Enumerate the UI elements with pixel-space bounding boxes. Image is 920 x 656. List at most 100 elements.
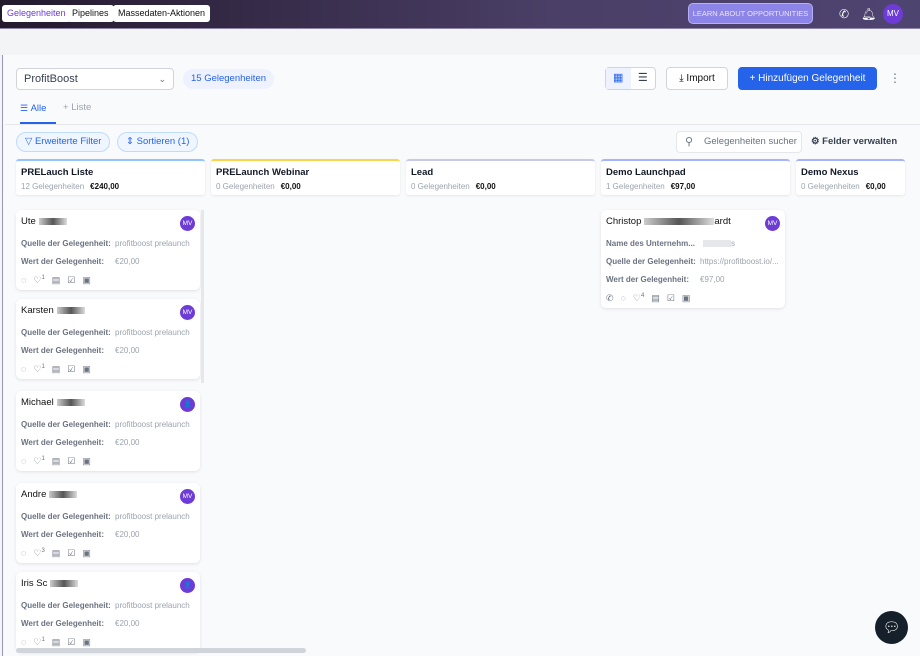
card-name: Iris Sc <box>21 578 48 589</box>
heart-icon[interactable]: ♡1 <box>33 364 44 375</box>
column-title: PRELaunch Webinar <box>216 167 310 178</box>
value-label: Wert der Gelegenheit: <box>21 438 104 447</box>
manage-fields-button[interactable]: ⚙ Felder verwalten <box>811 136 897 147</box>
column-header: Lead 0 Gelegenheiten €0,00 <box>406 159 595 195</box>
value-value: €20,00 <box>115 619 140 628</box>
tab-gelegenheiten[interactable]: Gelegenheiten <box>2 5 71 22</box>
user-avatar[interactable]: MV <box>883 4 903 24</box>
heart-icon[interactable]: ♡1 <box>33 275 44 286</box>
pipeline-select[interactable]: ProfitBoost ⌄ <box>16 68 174 90</box>
assignee-avatar[interactable]: MV <box>180 305 195 320</box>
assignee-avatar[interactable]: MV <box>180 489 195 504</box>
note-icon[interactable]: ▤ <box>651 293 660 304</box>
calendar-icon[interactable]: ▣ <box>82 548 91 559</box>
search-placeholder: Gelegenheiten sucher <box>704 136 797 147</box>
sort-button[interactable]: ⇕ Sortieren (1) <box>117 132 199 152</box>
column-value: €0,00 <box>865 182 886 191</box>
opportunity-card[interactable]: Iris Sc 👤 Quelle der Gelegenheit: profitb… <box>16 572 200 652</box>
import-button[interactable]: ⤓ Import <box>666 67 728 90</box>
heart-icon[interactable]: ♡1 <box>33 637 44 648</box>
tab-pipelines[interactable]: Pipelines <box>67 5 114 22</box>
source-value: profitboost prelaunch <box>115 239 190 248</box>
task-icon[interactable]: ☑ <box>67 364 75 375</box>
tab-alle[interactable]: ☰ Alle <box>20 101 56 124</box>
note-icon[interactable]: ▤ <box>52 456 61 467</box>
chat-icon[interactable]: ◌ <box>621 293 626 304</box>
search-input[interactable]: ⚲ Gelegenheiten sucher <box>676 131 802 153</box>
more-icon[interactable]: ⋮ <box>889 71 901 85</box>
opportunity-card[interactable]: Ute MV Quelle der Gelegenheit: profitboos… <box>16 210 200 290</box>
heart-icon[interactable]: ♡3 <box>33 548 44 559</box>
note-icon[interactable]: ▤ <box>52 364 61 375</box>
redacted <box>38 217 67 225</box>
note-icon[interactable]: ▤ <box>52 637 61 648</box>
phone-icon[interactable]: ✆ <box>606 293 614 304</box>
chat-icon[interactable]: ◌ <box>21 364 26 375</box>
opportunity-card[interactable]: Karsten MV Quelle der Gelegenheit: profit… <box>16 299 200 379</box>
opportunity-card[interactable]: Andre MV Quelle der Gelegenheit: profitbo… <box>16 483 200 563</box>
view-toggle: ▦ ☰ <box>605 67 656 90</box>
column-scrollbar[interactable] <box>201 210 204 383</box>
manage-fields-label: Felder verwalten <box>822 136 898 147</box>
calendar-icon[interactable]: ▣ <box>82 637 91 648</box>
source-label: Quelle der Gelegenheit: <box>21 328 111 337</box>
phone-icon[interactable]: ✆ <box>839 7 849 21</box>
assignee-avatar[interactable]: 👤 <box>180 397 195 412</box>
redacted <box>56 398 85 406</box>
column-value: €0,00 <box>475 182 496 191</box>
tab-add-liste[interactable]: + Liste <box>63 101 91 115</box>
column-count: 1 Gelegenheiten <box>606 182 665 191</box>
filter-icon: ▽ <box>25 136 35 147</box>
chat-icon[interactable]: ◌ <box>21 548 26 559</box>
chat-icon[interactable]: ◌ <box>21 456 26 467</box>
sort-label: Sortieren (1) <box>136 136 190 147</box>
task-icon[interactable]: ☑ <box>667 293 675 304</box>
chat-icon[interactable]: ◌ <box>21 275 26 286</box>
count-badge: 15 Gelegenheiten <box>183 69 275 89</box>
assignee-avatar[interactable]: MV <box>180 216 195 231</box>
task-icon[interactable]: ☑ <box>67 548 75 559</box>
value-label: Wert der Gelegenheit: <box>21 346 104 355</box>
column-count: 12 Gelegenheiten <box>21 182 85 191</box>
calendar-icon[interactable]: ▣ <box>82 364 91 375</box>
calendar-icon[interactable]: ▣ <box>82 456 91 467</box>
chat-icon[interactable]: ◌ <box>21 637 26 648</box>
assignee-avatar[interactable]: MV <box>765 216 780 231</box>
heart-count: 1 <box>41 637 45 643</box>
note-icon[interactable]: ▤ <box>52 275 61 286</box>
chat-widget-icon[interactable]: 💬︎ <box>875 611 908 644</box>
calendar-icon[interactable]: ▣ <box>682 293 691 304</box>
column-count: 0 Gelegenheiten <box>411 182 470 191</box>
task-icon[interactable]: ☑ <box>67 637 75 648</box>
tab-massedaten[interactable]: Massedaten-Aktionen <box>113 5 211 22</box>
bell-icon[interactable]: 🔔︎ <box>861 7 876 21</box>
column-value: €0,00 <box>280 182 301 191</box>
tab-alle-label: Alle <box>30 103 47 114</box>
opportunity-card[interactable]: Christop ardt MV Name des Unternehm... s Q… <box>601 210 785 308</box>
heart-icon[interactable]: ♡1 <box>33 456 44 467</box>
assignee-avatar[interactable]: 👤 <box>180 578 195 593</box>
card-actions: ◌ ♡1 ▤ ☑ ▣ <box>21 364 195 375</box>
column-count: 0 Gelegenheiten <box>801 182 860 191</box>
opportunity-card[interactable]: Michael 👤 Quelle der Gelegenheit: profitb… <box>16 391 200 471</box>
horizontal-scrollbar[interactable] <box>16 648 306 653</box>
calendar-icon[interactable]: ▣ <box>82 275 91 286</box>
learn-button[interactable]: LEARN ABOUT OPPORTUNITIES <box>688 3 813 24</box>
value-value: €97,00 <box>700 275 725 284</box>
source-label: Quelle der Gelegenheit: <box>21 601 111 610</box>
task-icon[interactable]: ☑ <box>67 456 75 467</box>
card-actions: ◌ ♡3 ▤ ☑ ▣ <box>21 548 195 559</box>
column-count: 0 Gelegenheiten <box>216 182 275 191</box>
filter-button[interactable]: ▽ Erweiterte Filter <box>16 132 111 152</box>
sort-icon: ⇕ <box>126 136 137 147</box>
add-opportunity-button[interactable]: + Hinzufügen Gelegenheit <box>738 67 877 90</box>
column-header: Demo Launchpad 1 Gelegenheiten €97,00 <box>601 159 790 195</box>
note-icon[interactable]: ▤ <box>52 548 61 559</box>
heart-icon[interactable]: ♡4 <box>633 293 644 304</box>
divider <box>5 124 920 125</box>
grid-view-icon[interactable]: ▦ <box>606 68 631 89</box>
card-actions: ✆ ◌ ♡4 ▤ ☑ ▣ <box>606 293 780 304</box>
list-view-icon[interactable]: ☰ <box>631 68 656 89</box>
pipeline-column: PRELaunch Webinar 0 Gelegenheiten €0,00 <box>211 159 400 195</box>
task-icon[interactable]: ☑ <box>67 275 75 286</box>
